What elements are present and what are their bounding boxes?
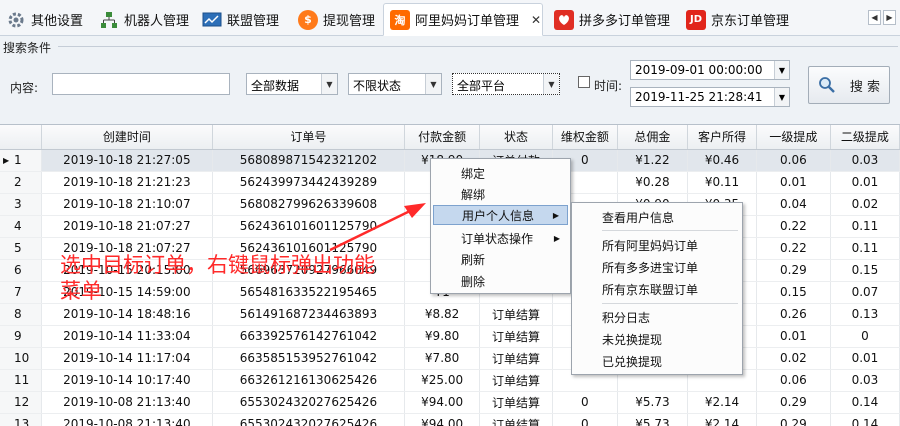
- annotation-arrow: [329, 203, 426, 252]
- annotation-text: 选中目标订单，右键鼠标弹出功能菜单: [60, 253, 375, 303]
